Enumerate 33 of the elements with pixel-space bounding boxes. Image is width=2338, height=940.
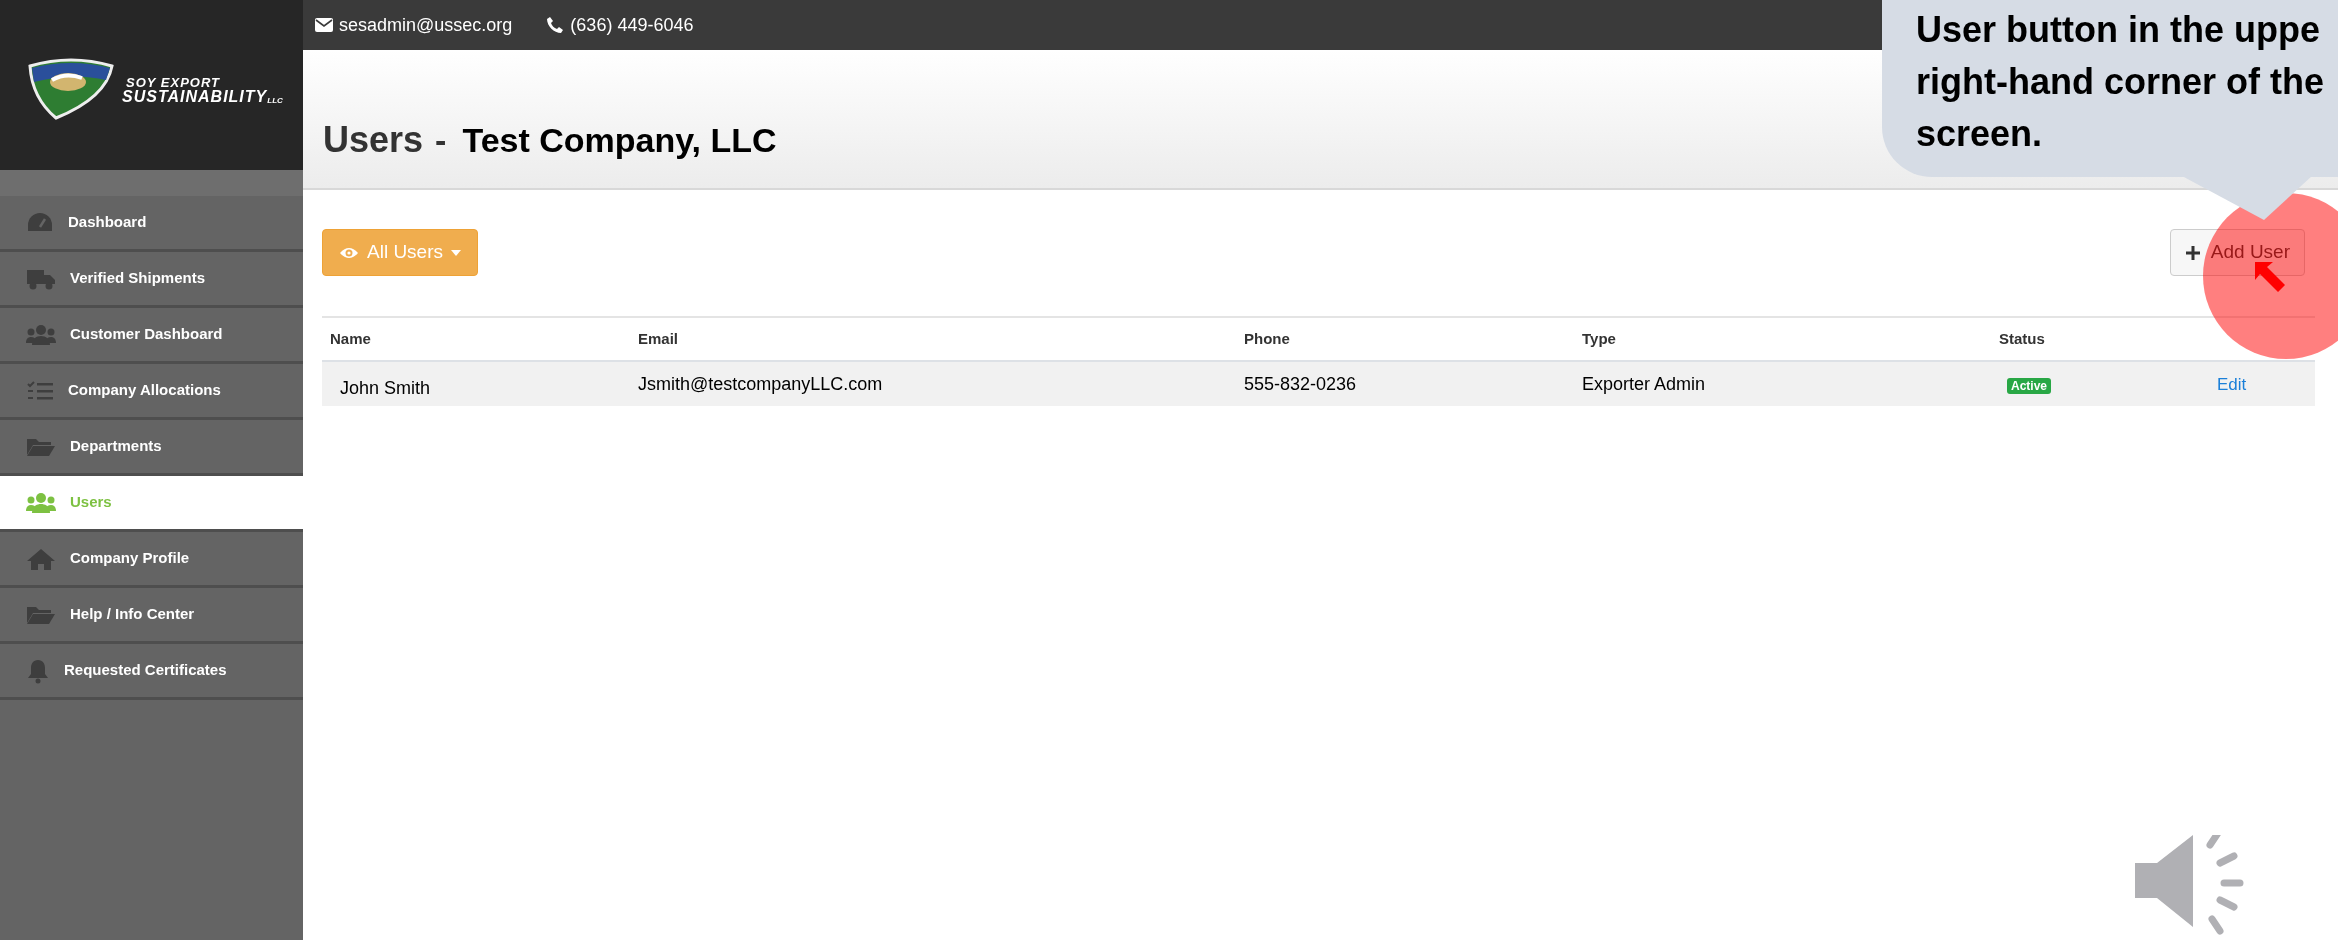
- pointer-arrow-icon: [2255, 262, 2287, 294]
- table-cell: Exporter Admin: [1582, 373, 1706, 394]
- contact-phone: (636) 449-6046: [570, 13, 694, 37]
- users-icon: [26, 322, 56, 347]
- table-cell: Jsmith@testcompanyLLC.com: [638, 373, 883, 394]
- contact-email: sesadmin@ussec.org: [339, 13, 513, 37]
- phone-icon: [546, 16, 565, 34]
- status-badge: Active: [2007, 377, 2052, 394]
- edit-link[interactable]: Edit: [2217, 374, 2247, 394]
- column-header: Type: [1582, 329, 1616, 347]
- table-cell: 555-832-0236: [1244, 373, 1357, 394]
- logo-suffix: LLC: [267, 97, 283, 105]
- column-header: Phone: [1244, 329, 1290, 347]
- caret-icon: [451, 249, 461, 256]
- shield-logo-icon: [26, 58, 116, 120]
- bell-icon: [26, 657, 50, 684]
- page-title: Users: [323, 118, 424, 162]
- logo-text: SOY EXPORT: [125, 76, 222, 89]
- company-name: Test Company, LLC: [462, 119, 777, 161]
- logo-text: SUSTAINABILITY: [122, 89, 268, 105]
- eye-icon: [339, 245, 359, 260]
- home-icon: [26, 546, 56, 571]
- title-separator: -: [435, 119, 447, 161]
- checklist-icon: [26, 378, 54, 403]
- column-header: Status: [1999, 329, 2045, 347]
- callout-text: User button in the uppe right-hand corner of the screen.: [1916, 8, 2325, 156]
- plus-icon: [2184, 244, 2201, 261]
- table-cell: John Smith: [340, 377, 431, 398]
- envelope-icon: [315, 18, 333, 32]
- column-header: Email: [638, 329, 679, 347]
- add-user-button[interactable]: Add User: [2169, 229, 2305, 276]
- column-header: Name: [330, 329, 371, 347]
- users-icon: [26, 490, 56, 515]
